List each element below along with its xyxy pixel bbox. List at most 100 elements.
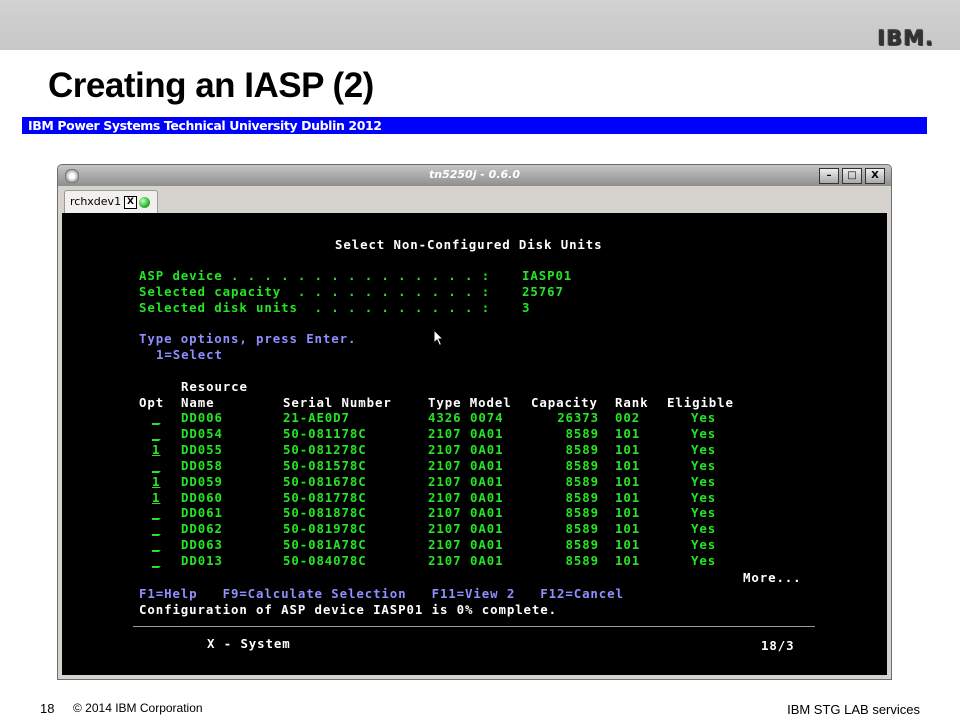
row-option-input[interactable]: _ — [152, 521, 160, 536]
row-rank: 101 — [615, 425, 641, 441]
row-rank: 101 — [615, 441, 641, 457]
row-eligible: Yes — [691, 537, 717, 553]
subtitle-bar: IBM Power Systems Technical University D… — [22, 117, 927, 134]
row-capacity: 8589 — [565, 505, 599, 521]
row-serial: 50-081278C — [283, 441, 367, 457]
row-eligible: Yes — [691, 521, 717, 537]
tab-close-icon[interactable]: X — [124, 196, 137, 209]
row-model: 0A01 — [470, 457, 504, 473]
row-eligible: Yes — [691, 457, 717, 473]
row-name: DD061 — [181, 505, 223, 521]
header-name: Name — [181, 395, 215, 410]
row-serial: 50-081978C — [283, 521, 367, 537]
row-option-input[interactable]: _ — [152, 505, 160, 520]
row-model: 0A01 — [470, 473, 504, 489]
row-rank: 101 — [615, 537, 641, 553]
subtitle-text: IBM Power Systems Technical University D… — [28, 118, 382, 133]
row-option-input[interactable]: _ — [152, 537, 160, 552]
row-rank: 101 — [615, 505, 641, 521]
status-message: Configuration of ASP device IASP01 is 0%… — [139, 602, 557, 617]
row-option-input[interactable]: 1 — [152, 442, 160, 457]
window-titlebar[interactable]: tn5250j - 0.6.0 – □ X — [58, 165, 891, 186]
slide-title: Creating an IASP (2) — [48, 66, 374, 105]
row-rank: 101 — [615, 473, 641, 489]
header-capacity: Capacity — [531, 395, 598, 410]
row-model: 0A01 — [470, 537, 504, 553]
row-rank: 101 — [615, 553, 641, 569]
mouse-pointer-icon — [433, 329, 445, 347]
row-serial: 50-081A78C — [283, 537, 367, 553]
page-number: 18 — [40, 701, 55, 716]
row-model: 0A01 — [470, 425, 504, 441]
more-indicator: More... — [743, 570, 802, 585]
close-button[interactable]: X — [865, 168, 885, 184]
row-name: DD006 — [181, 410, 223, 425]
row-rank: 101 — [615, 489, 641, 505]
screen-heading: Select Non-Configured Disk Units — [335, 237, 603, 252]
cursor-position: 18/3 — [761, 638, 795, 653]
function-keys[interactable]: F1=Help F9=Calculate Selection F11=View … — [139, 586, 624, 601]
terminal-screen[interactable]: Select Non-Configured Disk Units ASP dev… — [62, 213, 887, 675]
row-capacity: 8589 — [565, 473, 599, 489]
row-capacity: 8589 — [565, 489, 599, 505]
row-rank: 101 — [615, 457, 641, 473]
row-capacity: 8589 — [565, 457, 599, 473]
row-name: DD054 — [181, 425, 223, 441]
row-model: 0A01 — [470, 489, 504, 505]
row-type: 2107 — [428, 457, 462, 473]
row-capacity: 26373 — [557, 410, 599, 425]
row-eligible: Yes — [691, 441, 717, 457]
row-type: 2107 — [428, 425, 462, 441]
header-type-model: Type Model — [428, 395, 512, 410]
row-option-input[interactable]: 1 — [152, 474, 160, 489]
row-option-input[interactable]: _ — [152, 553, 160, 568]
row-type: 2107 — [428, 521, 462, 537]
row-model: 0074 — [470, 410, 504, 425]
header-opt: Opt — [139, 395, 165, 410]
row-eligible: Yes — [691, 473, 717, 489]
field-label: Selected disk units . . . . . . . . . . … — [139, 300, 491, 315]
field-value: 25767 — [522, 284, 564, 299]
row-serial: 50-081778C — [283, 489, 367, 505]
maximize-button[interactable]: □ — [842, 168, 862, 184]
slide-header-band — [0, 0, 960, 50]
row-eligible: Yes — [691, 489, 717, 505]
field-value: IASP01 — [522, 268, 573, 283]
connection-status-icon — [139, 197, 150, 208]
row-model: 0A01 — [470, 505, 504, 521]
option-legend: 1=Select — [156, 347, 223, 362]
row-type: 2107 — [428, 537, 462, 553]
window-title: tn5250j - 0.6.0 — [428, 168, 521, 181]
row-model: 0A01 — [470, 553, 504, 569]
field-label: ASP device . . . . . . . . . . . . . . .… — [139, 268, 491, 283]
session-tabstrip: rchxdev1 X — [60, 188, 887, 214]
row-name: DD013 — [181, 553, 223, 569]
row-eligible: Yes — [691, 410, 717, 425]
row-name: DD063 — [181, 537, 223, 553]
row-serial: 50-081578C — [283, 457, 367, 473]
row-capacity: 8589 — [565, 441, 599, 457]
status-system: X - System — [207, 636, 291, 651]
status-divider — [133, 626, 815, 627]
instructions-text: Type options, press Enter. — [139, 331, 357, 346]
row-capacity: 8589 — [565, 537, 599, 553]
header-resource: Resource — [181, 379, 248, 394]
session-tab-label: rchxdev1 — [70, 195, 122, 208]
row-type: 2107 — [428, 441, 462, 457]
row-type: 2107 — [428, 473, 462, 489]
header-rank: Rank — [615, 395, 649, 410]
row-option-input[interactable]: _ — [152, 458, 160, 473]
row-name: DD055 — [181, 441, 223, 457]
row-name: DD062 — [181, 521, 223, 537]
row-eligible: Yes — [691, 553, 717, 569]
row-model: 0A01 — [470, 521, 504, 537]
row-option-input[interactable]: _ — [152, 410, 160, 425]
minimize-button[interactable]: – — [819, 168, 839, 184]
row-option-input[interactable]: 1 — [152, 490, 160, 505]
session-tab[interactable]: rchxdev1 X — [64, 190, 158, 213]
row-serial: 50-081678C — [283, 473, 367, 489]
row-type: 2107 — [428, 553, 462, 569]
row-type: 2107 — [428, 505, 462, 521]
row-option-input[interactable]: _ — [152, 426, 160, 441]
row-model: 0A01 — [470, 441, 504, 457]
